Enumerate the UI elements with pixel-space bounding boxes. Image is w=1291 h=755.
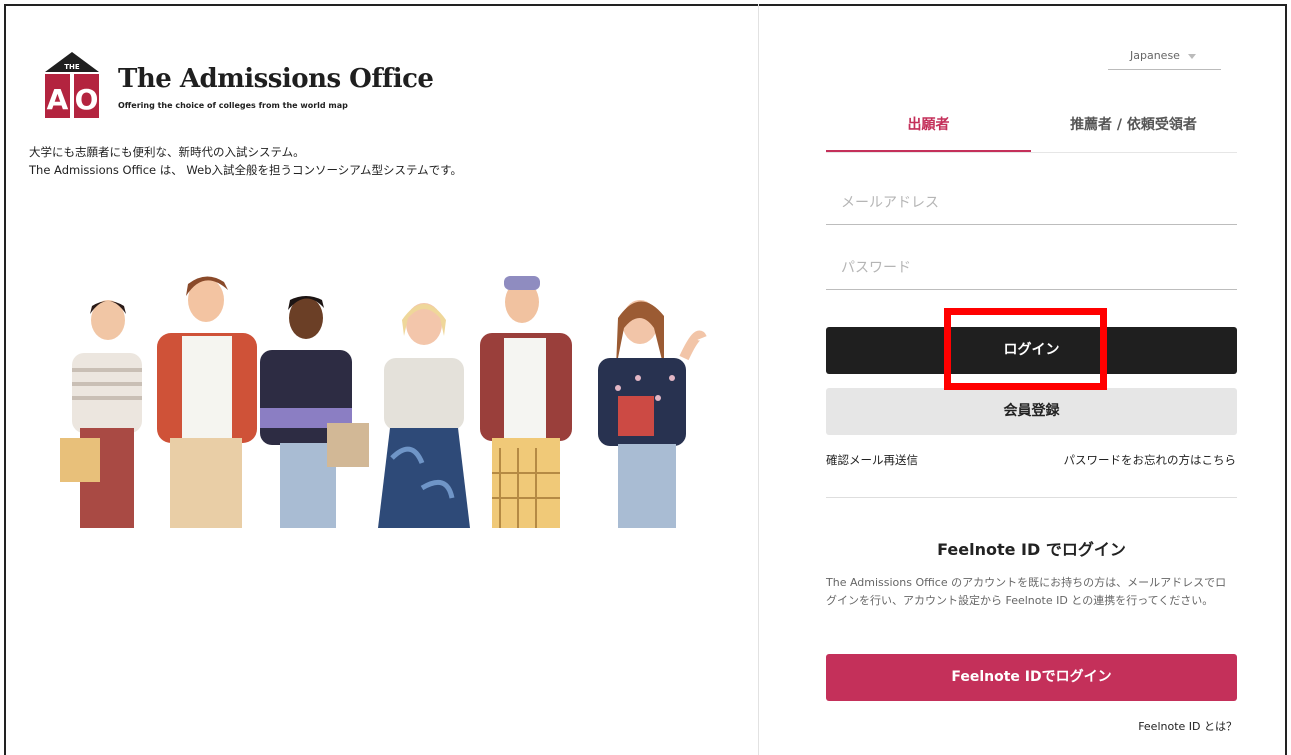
login-button[interactable]: ログイン bbox=[826, 327, 1237, 374]
student-figure-4 bbox=[378, 303, 470, 528]
resend-confirmation-link[interactable]: 確認メール再送信 bbox=[826, 452, 918, 468]
brand-tagline: Offering the choice of colleges from the… bbox=[118, 101, 348, 110]
logo-the-text: THE bbox=[64, 63, 80, 71]
tab-applicant[interactable]: 出願者 bbox=[826, 106, 1031, 152]
intro-text: 大学にも志願者にも便利な、新時代の入試システム。 The Admissions … bbox=[29, 143, 462, 179]
svg-text:O: O bbox=[75, 83, 99, 116]
student-figure-6 bbox=[598, 300, 707, 528]
password-field[interactable] bbox=[826, 246, 1237, 289]
student-figure-1 bbox=[60, 300, 142, 528]
section-divider bbox=[826, 497, 1237, 498]
intro-line-2: The Admissions Office は、 Web入試全般を担うコンソーシ… bbox=[29, 163, 462, 177]
tab-recommender[interactable]: 推薦者 / 依頼受領者 bbox=[1031, 106, 1236, 152]
feelnote-description: The Admissions Office のアカウントを既にお持ちの方は、メー… bbox=[826, 576, 1227, 607]
email-field-wrapper bbox=[826, 181, 1237, 225]
register-button[interactable]: 会員登録 bbox=[826, 388, 1237, 435]
brand-title: The Admissions Office bbox=[118, 64, 434, 94]
student-figure-5 bbox=[480, 276, 572, 528]
language-value: Japanese bbox=[1130, 49, 1180, 62]
forgot-password-link[interactable]: パスワードをお忘れの方はこちら bbox=[1064, 452, 1237, 468]
student-figure-3 bbox=[260, 296, 369, 528]
password-field-wrapper bbox=[826, 246, 1237, 290]
login-tabs: 出願者 推薦者 / 依頼受領者 bbox=[826, 106, 1237, 153]
feelnote-title: Feelnote ID でログイン bbox=[937, 540, 1126, 559]
intro-line-1: 大学にも志願者にも便利な、新時代の入試システム。 bbox=[29, 145, 305, 159]
svg-text:A: A bbox=[47, 83, 69, 116]
feelnote-login-button[interactable]: Feelnote IDでログイン bbox=[826, 654, 1237, 701]
feelnote-about-link[interactable]: Feelnote ID とは？ bbox=[1138, 718, 1237, 734]
chevron-down-icon bbox=[1187, 53, 1196, 59]
student-figure-2 bbox=[157, 276, 257, 528]
language-selector[interactable]: Japanese bbox=[1108, 46, 1221, 70]
ao-logo: THE A O bbox=[45, 52, 99, 118]
email-field[interactable] bbox=[826, 181, 1237, 224]
students-illustration bbox=[60, 276, 707, 528]
